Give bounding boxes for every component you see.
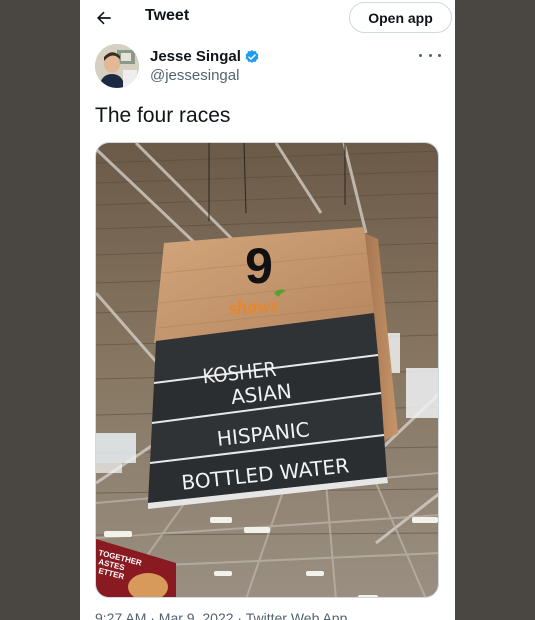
tweet-metadata: 9:27 AM · Mar 9, 2022 · Twitter Web App xyxy=(95,610,348,620)
author-handle[interactable]: @jessesingal xyxy=(150,67,239,84)
author-name[interactable]: Jesse Singal xyxy=(150,48,241,65)
tweet-photo[interactable]: 9 shaws KOSHER ASIAN HISPANIC BOTTLED WA… xyxy=(95,142,439,598)
more-options-icon[interactable] xyxy=(419,48,441,62)
author-name-row: Jesse Singal xyxy=(150,48,260,65)
avatar[interactable] xyxy=(95,44,139,88)
top-bar: Tweet Open app xyxy=(80,0,455,36)
avatar-image xyxy=(95,44,139,88)
open-app-button[interactable]: Open app xyxy=(349,2,452,33)
tweet-text: The four races xyxy=(95,104,231,127)
back-button[interactable] xyxy=(92,6,116,30)
tweet-page: Tweet Open app Jesse Singal @jessesingal… xyxy=(80,0,455,620)
verified-badge-icon xyxy=(245,49,259,63)
sign-number: 9 xyxy=(245,238,273,294)
back-arrow-icon xyxy=(97,11,111,25)
store-logo: shaws xyxy=(227,294,280,320)
page-title: Tweet xyxy=(145,7,190,24)
